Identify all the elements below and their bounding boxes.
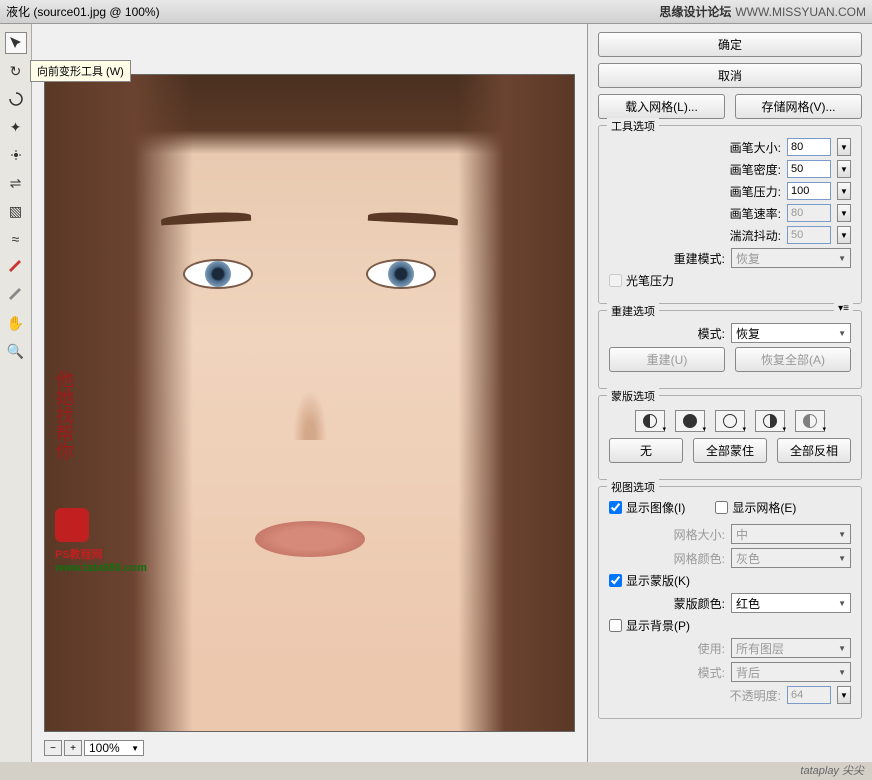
brush-size-dd[interactable]: ▼ (837, 138, 851, 156)
brush-pressure-input[interactable] (787, 182, 831, 200)
save-mesh-button[interactable]: 存储网格(V)... (735, 94, 862, 119)
tool-options-group: 工具选项 画笔大小:▼ 画笔密度:▼ 画笔压力:▼ 画笔速率:▼ 湍流抖动:▼ … (598, 125, 862, 304)
use-select: 所有图层▼ (731, 638, 851, 658)
mask-invert-button[interactable]: 全部反相 (777, 438, 851, 463)
show-image-checkbox[interactable] (609, 501, 622, 514)
image-content: 他她找帮你 PS教程网 www.tata580.com (45, 75, 574, 731)
zoom-value[interactable]: 100%▼ (84, 740, 144, 756)
mask-invert-icon[interactable] (795, 410, 825, 432)
thaw-mask-tool[interactable] (5, 284, 27, 306)
group-title-reconstruct: 重建选项 (607, 303, 659, 319)
watermark-seal (55, 508, 89, 542)
turbulent-jitter-dd: ▼ (837, 226, 851, 244)
hand-tool[interactable]: ✋ (5, 312, 27, 334)
show-mask-checkbox[interactable] (609, 574, 622, 587)
toolbar: ↻ ✦ ⇌ ▧ ≈ ✋ 🔍 (0, 24, 32, 762)
mask-all-button[interactable]: 全部蒙住 (693, 438, 767, 463)
mesh-color-select: 灰色▼ (731, 548, 851, 568)
freeze-mask-tool[interactable] (5, 256, 27, 278)
collapse-icon[interactable]: ▾≡ (834, 303, 853, 314)
mesh-size-select: 中▼ (731, 524, 851, 544)
cancel-button[interactable]: 取消 (598, 63, 862, 88)
mask-none-button[interactable]: 无 (609, 438, 683, 463)
reconstruct-mode2-select[interactable]: 恢复▼ (731, 323, 851, 343)
brush-size-input[interactable] (787, 138, 831, 156)
mask-add-icon[interactable] (675, 410, 705, 432)
mask-subtract-icon[interactable] (715, 410, 745, 432)
turbulent-jitter-input (787, 226, 831, 244)
watermark-label: PS教程网 (55, 546, 103, 562)
bg-mode-select: 背后▼ (731, 662, 851, 682)
stylus-pressure-checkbox (609, 274, 622, 287)
footer-watermark: tataplay 尖尖 (800, 762, 864, 778)
brush-pressure-dd[interactable]: ▼ (837, 182, 851, 200)
titlebar: 液化 (source01.jpg @ 100%) 思缘设计论坛 WWW.MISS… (0, 0, 872, 24)
group-title-tool: 工具选项 (607, 118, 659, 134)
zoom-out-button[interactable]: − (44, 740, 62, 756)
watermark-url: www.tata580.com (55, 562, 147, 574)
restore-all-button: 恢复全部(A) (735, 347, 851, 372)
show-bg-checkbox[interactable] (609, 619, 622, 632)
group-title-mask: 蒙版选项 (607, 388, 659, 404)
mask-color-select[interactable]: 红色▼ (731, 593, 851, 613)
mask-replace-icon[interactable] (635, 410, 665, 432)
reconstruct-group: 重建选项 ▾≡ 模式:恢复▼ 重建(U) 恢复全部(A) (598, 310, 862, 389)
brush-density-dd[interactable]: ▼ (837, 160, 851, 178)
group-title-view: 视图选项 (607, 479, 659, 495)
opacity-input (787, 686, 831, 704)
brush-rate-dd: ▼ (837, 204, 851, 222)
tooltip: 向前变形工具 (W) (30, 60, 131, 82)
forward-warp-tool[interactable] (5, 32, 27, 54)
view-options-group: 视图选项 显示图像(I) 显示网格(E) 网格大小:中▼ 网格颜色:灰色▼ 显示… (598, 486, 862, 719)
reconstruct-mode-select: 恢复▼ (731, 248, 851, 268)
canvas[interactable]: 他她找帮你 PS教程网 www.tata580.com (44, 74, 575, 732)
brush-rate-input (787, 204, 831, 222)
pucker-tool[interactable]: ✦ (5, 116, 27, 138)
forum-name: 思缘设计论坛 (659, 3, 731, 20)
zoom-tool[interactable]: 🔍 (5, 340, 27, 362)
reconstruct-button: 重建(U) (609, 347, 725, 372)
zoom-in-button[interactable]: + (64, 740, 82, 756)
load-mesh-button[interactable]: 载入网格(L)... (598, 94, 725, 119)
bloat-tool[interactable] (5, 144, 27, 166)
stylus-pressure-check: 光笔压力 (609, 272, 851, 289)
zoom-controls: − + 100%▼ (44, 740, 144, 756)
turbulence-tool[interactable]: ≈ (5, 228, 27, 250)
title-text: 液化 (source01.jpg @ 100%) (6, 3, 160, 20)
opacity-dd: ▼ (837, 686, 851, 704)
canvas-area: 他她找帮你 PS教程网 www.tata580.com − + 100%▼ (32, 24, 588, 762)
forum-url: WWW.MISSYUAN.COM (735, 5, 866, 19)
brush-density-input[interactable] (787, 160, 831, 178)
show-mesh-checkbox[interactable] (715, 501, 728, 514)
push-left-tool[interactable]: ⇌ (5, 172, 27, 194)
mirror-tool[interactable]: ▧ (5, 200, 27, 222)
reconstruct-tool[interactable]: ↻ (5, 60, 27, 82)
mask-options-group: 蒙版选项 无 全部蒙住 全部反相 (598, 395, 862, 480)
watermark-vertical: 他她找帮你 (55, 370, 73, 460)
options-panel: 确定 取消 载入网格(L)... 存储网格(V)... 工具选项 画笔大小:▼ … (588, 24, 872, 762)
watermark-block: PS教程网 www.tata580.com (55, 504, 147, 574)
twirl-tool[interactable] (5, 88, 27, 110)
ok-button[interactable]: 确定 (598, 32, 862, 57)
mask-intersect-icon[interactable] (755, 410, 785, 432)
